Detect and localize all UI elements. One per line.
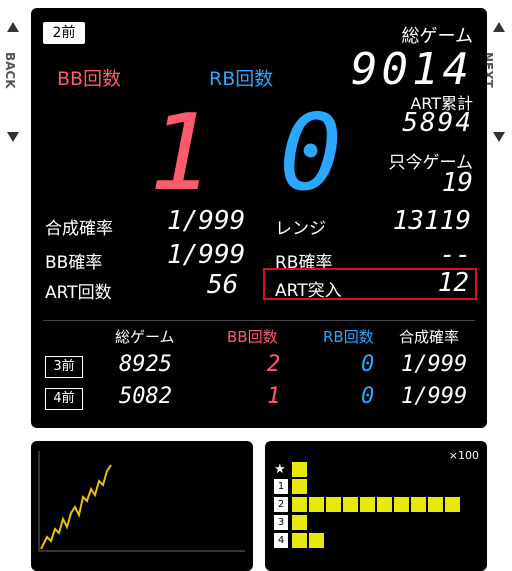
bar-cell: [292, 462, 307, 477]
art-total-value: 5894: [402, 108, 473, 138]
arrow-down-icon: [7, 132, 19, 142]
bb-rate-value: 1/999: [167, 240, 246, 270]
row-tag: 3前: [45, 356, 83, 378]
slump-graph-panel[interactable]: [31, 441, 253, 571]
bar-row-label: 4: [274, 533, 288, 548]
bar-cell: [292, 533, 307, 548]
history-header-total-games: 総ゲーム: [115, 328, 175, 346]
row-combined: 1/999: [401, 352, 468, 377]
star-icon: ★: [274, 462, 286, 477]
art-entry-value: 12: [437, 268, 469, 298]
bar-cell: [360, 497, 375, 512]
next-nav[interactable]: NEXT: [481, 22, 508, 142]
art-count-label: ART回数: [45, 283, 112, 303]
history-header-combined: 合成確率: [399, 328, 460, 346]
bar-cell: [343, 497, 358, 512]
bar-cell: [394, 497, 409, 512]
row-tag: 4前: [45, 388, 83, 410]
bb-rate-label: BB確率: [45, 253, 103, 273]
history-header-rb: RB回数: [323, 328, 374, 346]
arrow-down-icon: [493, 132, 505, 142]
bar-cell: [326, 497, 341, 512]
bar-row: 2: [274, 497, 474, 513]
range-label: レンジ: [275, 219, 326, 239]
row-rb: 0: [361, 384, 375, 409]
data-panel: 2前 BB回数 RB回数 1 0 総ゲーム 9014 ART累計 5894 只今…: [31, 8, 487, 428]
bar-cell: [411, 497, 426, 512]
bar-cell: [292, 497, 307, 512]
rb-rate-value: --: [439, 240, 471, 270]
row-combined: 1/999: [401, 384, 468, 409]
combined-rate-value: 1/999: [167, 206, 246, 236]
bar-row-label: 1: [274, 479, 288, 494]
bar-row: 3: [274, 515, 474, 531]
bar-row-label: 2: [274, 497, 288, 512]
arrow-up-icon: [493, 22, 505, 32]
row-bb: 2: [267, 352, 281, 377]
row-total-games: 8925: [119, 352, 172, 377]
art-entry-label: ART突入: [275, 281, 342, 301]
bar-cell: [377, 497, 392, 512]
bar-row-label: 3: [274, 515, 288, 530]
history-badge: 2前: [43, 22, 85, 44]
bar-cell: [428, 497, 443, 512]
bonus-bar-panel[interactable]: ×100 ★ 1 2 3 4: [265, 441, 487, 571]
next-label: NEXT: [481, 52, 495, 88]
scale-label: ×100: [448, 449, 479, 462]
back-label: BACK: [3, 52, 17, 89]
arrow-up-icon: [7, 22, 19, 32]
bb-count-label: BB回数: [57, 68, 122, 90]
bar-cell: [292, 479, 307, 494]
row-rb: 0: [361, 352, 375, 377]
bar-cell: [445, 497, 460, 512]
divider: [43, 320, 475, 321]
slump-graph: [38, 451, 245, 552]
back-nav[interactable]: BACK: [3, 22, 22, 142]
bar-cell: [309, 497, 324, 512]
bar-row: 4: [274, 533, 474, 549]
row-total-games: 5082: [119, 384, 172, 409]
range-value: 13119: [392, 206, 471, 236]
history-header-bb: BB回数: [227, 328, 278, 346]
bar-row: 1: [274, 479, 474, 495]
rb-count-label: RB回数: [209, 68, 274, 90]
bar-cell: [292, 515, 307, 530]
combined-rate-label: 合成確率: [45, 219, 113, 239]
art-count-value: 56: [207, 270, 239, 300]
rb-count-value: 0: [279, 92, 343, 214]
bar-cell: [309, 533, 324, 548]
graph-line: [40, 464, 112, 550]
bb-count-value: 1: [149, 92, 213, 214]
total-games-value: 9014: [351, 44, 473, 95]
now-games-value: 19: [441, 168, 473, 198]
row-bb: 1: [267, 384, 281, 409]
